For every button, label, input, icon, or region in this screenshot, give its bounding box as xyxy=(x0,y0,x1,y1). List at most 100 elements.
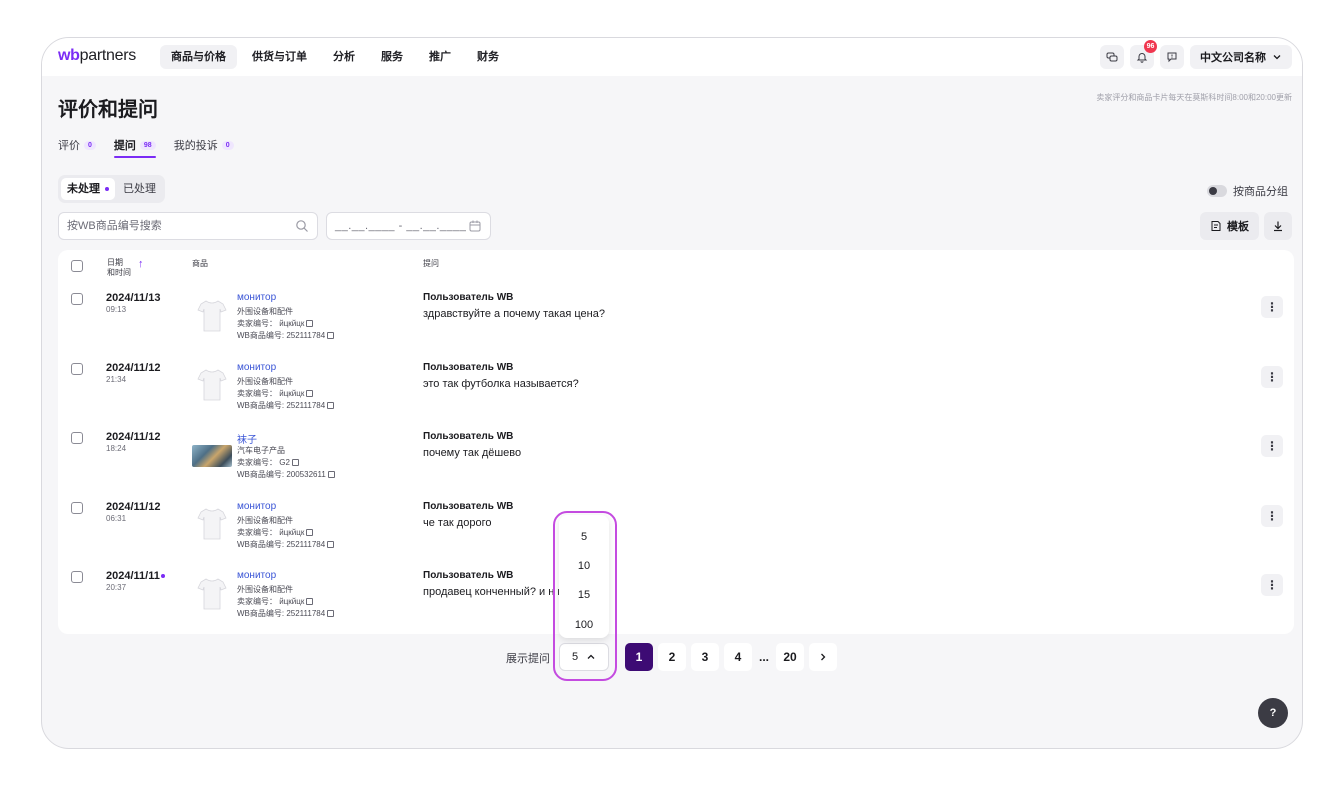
copy-icon[interactable] xyxy=(291,459,299,466)
product-name-link[interactable]: монитор xyxy=(237,501,276,512)
segment-label: 未处理 xyxy=(67,183,100,195)
wb-article-text: WB商品编号: 200532611 xyxy=(237,470,326,479)
copy-icon[interactable] xyxy=(327,610,335,617)
nav-item-promotion[interactable]: 推广 xyxy=(418,45,462,69)
chat-icon xyxy=(1106,52,1118,62)
product-name-link[interactable]: 袜子 xyxy=(237,431,257,446)
more-vertical-icon: ⋮ xyxy=(1266,439,1278,453)
nav-item-services[interactable]: 服务 xyxy=(370,45,414,69)
product-name-link[interactable]: монитор xyxy=(237,292,276,303)
row-checkbox[interactable] xyxy=(71,571,83,583)
page-button-20[interactable]: 20 xyxy=(776,643,804,671)
product-name-link[interactable]: монитор xyxy=(237,570,276,581)
nav-item-supply-orders[interactable]: 供货与订单 xyxy=(241,45,318,69)
question-text: че так дорого xyxy=(423,516,492,529)
wb-article: WB商品编号: 200532611 xyxy=(237,469,335,480)
copy-icon[interactable] xyxy=(327,401,335,409)
question-date: 2024/11/12 xyxy=(106,500,161,513)
row-more-button[interactable]: ⋮ xyxy=(1261,435,1283,457)
logo[interactable]: wbpartners xyxy=(58,47,136,65)
row-checkbox[interactable] xyxy=(71,293,83,305)
pagination: 1 2 3 4... 20 xyxy=(625,643,837,671)
copy-icon[interactable] xyxy=(306,528,314,536)
row-more-button[interactable]: ⋮ xyxy=(1261,504,1283,527)
row-checkbox[interactable] xyxy=(71,362,83,375)
product-thumbnail[interactable] xyxy=(192,445,232,467)
page-button-3[interactable]: 3 xyxy=(691,643,719,671)
product-thumbnail[interactable] xyxy=(193,576,231,614)
table-row[interactable]: 2024/11/12 06:31 монитор 外围设备和配件 卖家编号： йцкйц… xyxy=(58,493,1294,562)
header-label: 和时间 xyxy=(107,268,131,277)
nav-item-products-prices[interactable]: 商品与价格 xyxy=(160,45,237,69)
next-page-button[interactable] xyxy=(809,643,837,671)
tab-reviews[interactable]: 评价 0 xyxy=(58,134,96,156)
row-checkbox[interactable] xyxy=(71,432,83,444)
toggle-switch[interactable] xyxy=(1207,185,1227,197)
question-time: 06:31 xyxy=(106,513,127,523)
table-row[interactable]: 2024/11/13 09:13 монитор 外围设备和配件 卖家编号： йцкйц… xyxy=(58,284,1294,353)
copy-icon[interactable] xyxy=(327,332,335,339)
template-button[interactable]: 模板 xyxy=(1200,212,1259,240)
top-bar: wbpartners 商品与价格 供货与订单 分析 服务 推广 财务 96 中文… xyxy=(42,38,1302,76)
search-icon[interactable] xyxy=(295,219,309,233)
download-icon xyxy=(1274,221,1282,232)
help-button[interactable]: ? xyxy=(1258,698,1288,728)
search-input[interactable] xyxy=(59,213,279,239)
copy-icon[interactable] xyxy=(327,471,335,478)
question-date: 2024/11/13 xyxy=(106,292,161,304)
product-column-header: 商品 xyxy=(192,259,208,268)
template-icon xyxy=(1211,221,1221,231)
product-thumbnail[interactable] xyxy=(193,298,231,336)
calendar-icon[interactable] xyxy=(468,219,482,233)
date-range-picker[interactable]: __.__.____ - __.__.____ xyxy=(326,212,491,240)
tab-count: 98 xyxy=(139,140,156,150)
copy-icon[interactable] xyxy=(327,540,335,548)
copy-icon[interactable] xyxy=(306,598,314,605)
row-checkbox[interactable] xyxy=(71,501,83,514)
app-window: wbpartners 商品与价格 供货与订单 分析 服务 推广 财务 96 中文… xyxy=(41,37,1303,749)
vendor-code-text: 卖家编号： йцкйцк xyxy=(237,597,305,606)
row-more-button[interactable]: ⋮ xyxy=(1261,574,1283,596)
feedback-button[interactable] xyxy=(1160,45,1184,69)
sort-ascending-icon[interactable]: ↑ xyxy=(138,258,144,270)
tshirt-icon xyxy=(197,368,227,405)
main-nav: 商品与价格 供货与订单 分析 服务 推广 财务 xyxy=(160,45,510,69)
table-row[interactable]: 2024/11/12 21:34 монитор 外围设备和配件 卖家编号： йцкйц… xyxy=(58,354,1294,423)
toggle-label: 按商品分组 xyxy=(1233,186,1288,198)
product-thumbnail[interactable] xyxy=(193,507,231,545)
search-box xyxy=(58,212,318,240)
status-segment: 未处理 已处理 xyxy=(58,175,165,203)
group-by-product-toggle[interactable]: 按商品分组 xyxy=(1207,183,1288,199)
segment-processed[interactable]: 已处理 xyxy=(117,178,162,200)
product-name-link[interactable]: монитор xyxy=(237,362,276,373)
question-time: 20:37 xyxy=(106,583,127,592)
wb-article: WB商品编号: 252111784 xyxy=(237,539,335,550)
chevron-down-icon xyxy=(1273,55,1281,60)
row-more-button[interactable]: ⋮ xyxy=(1261,365,1283,388)
tab-questions[interactable]: 提问 98 xyxy=(113,134,156,158)
product-category: 外围设备和配件 xyxy=(237,307,293,316)
page-button-2[interactable]: 2 xyxy=(658,643,686,671)
page-button-4[interactable]: 4 xyxy=(724,643,752,671)
notifications-button[interactable]: 96 xyxy=(1130,40,1157,69)
product-category: 外围设备和配件 xyxy=(237,376,293,386)
nav-item-analytics[interactable]: 分析 xyxy=(322,45,366,69)
table-row[interactable]: 2024/11/11 20:37 монитор 外围设备和配件 卖家编号： йцкйц… xyxy=(58,562,1294,631)
more-vertical-icon: ⋮ xyxy=(1266,578,1278,592)
tab-my-complaints[interactable]: 我的投诉 0 xyxy=(174,134,234,156)
table-row[interactable]: 2024/11/12 18:24 袜子 汽车电子产品 卖家编号： G2 WB商品编号: 2… xyxy=(58,423,1294,492)
copy-icon[interactable] xyxy=(306,320,314,327)
vendor-code: 卖家编号： йцкйцк xyxy=(237,318,314,329)
row-more-button[interactable]: ⋮ xyxy=(1261,296,1283,318)
nav-item-finance[interactable]: 财务 xyxy=(466,45,510,69)
copy-icon[interactable] xyxy=(306,389,314,397)
product-thumbnail[interactable] xyxy=(193,368,231,406)
page-button-1[interactable]: 1 xyxy=(625,643,653,671)
select-all-checkbox[interactable] xyxy=(71,260,83,272)
download-button[interactable] xyxy=(1264,212,1292,240)
segment-unprocessed[interactable]: 未处理 xyxy=(61,178,115,200)
date-column-header[interactable]: 日期 和时间 xyxy=(107,258,131,278)
tab-label: 评价 xyxy=(58,140,80,152)
chat-button[interactable] xyxy=(1100,45,1124,69)
company-selector[interactable]: 中文公司名称 xyxy=(1190,45,1292,69)
